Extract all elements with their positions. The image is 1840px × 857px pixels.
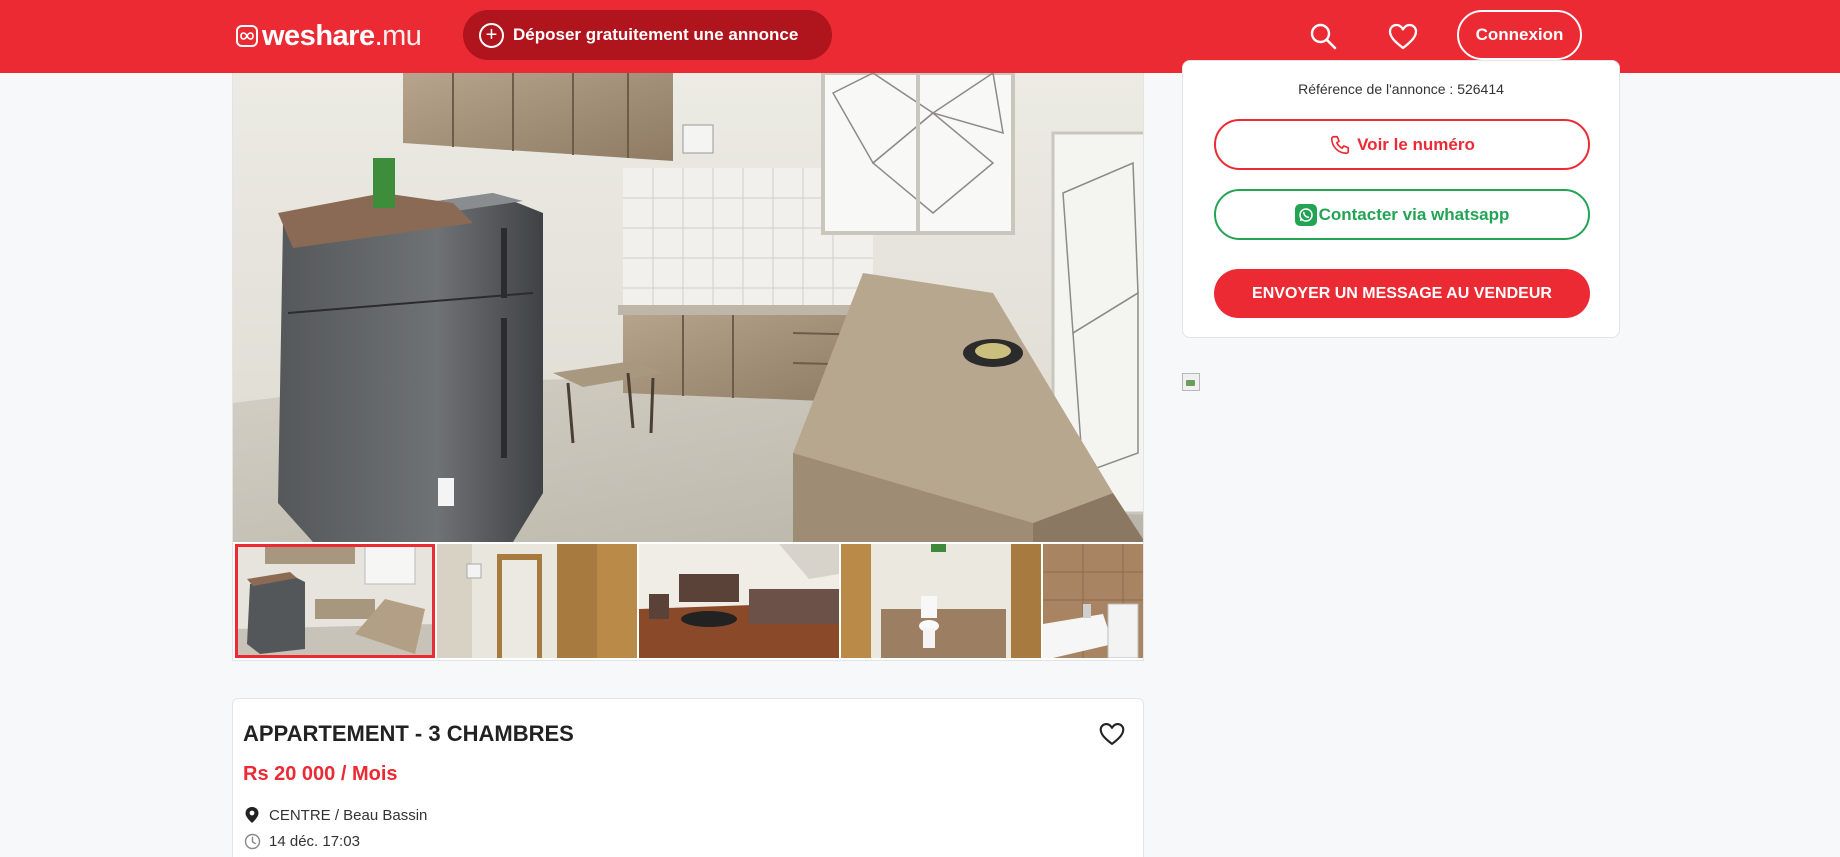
main-photo[interactable] (233, 73, 1143, 542)
login-button[interactable]: Connexion (1457, 10, 1582, 60)
listing-title: APPARTEMENT - 3 CHAMBRES (243, 721, 574, 746)
thumbnail-hallway[interactable] (437, 544, 637, 658)
thumbnail-toilet[interactable] (841, 544, 1041, 658)
heart-icon[interactable] (1387, 20, 1419, 52)
post-ad-label: Déposer gratuitement une annonce (513, 25, 799, 44)
logo-icon (236, 25, 258, 47)
whatsapp-icon (1294, 203, 1317, 226)
location-text: CENTRE / Beau Bassin (269, 806, 428, 824)
date-text: 14 déc. 17:03 (269, 832, 360, 850)
phone-icon (1329, 134, 1351, 156)
thumbnail-living-room[interactable] (639, 544, 839, 658)
plus-circle-icon: + (479, 22, 504, 48)
seller-contact-panel: Référence de l'annonce : 526414 Voir le … (1182, 60, 1620, 338)
thumbnail-bathroom[interactable] (1043, 544, 1143, 658)
thumbnail-strip (235, 544, 1143, 658)
listing-date: 14 déc. 17:03 (243, 832, 360, 850)
whatsapp-button[interactable]: Contacter via whatsapp (1214, 189, 1590, 240)
photo-gallery (232, 73, 1144, 661)
favorite-heart-icon[interactable] (1097, 719, 1127, 749)
message-seller-button[interactable]: ENVOYER UN MESSAGE AU VENDEUR (1214, 269, 1590, 318)
listing-location: CENTRE / Beau Bassin (243, 806, 427, 824)
map-pin-icon (243, 806, 261, 824)
listing-card: APPARTEMENT - 3 CHAMBRES Rs 20 000 / Moi… (232, 698, 1144, 857)
search-icon[interactable] (1307, 20, 1339, 52)
thumbnail-kitchen[interactable] (235, 544, 435, 658)
listing-price: Rs 20 000 / Mois (243, 763, 398, 785)
clock-icon (243, 832, 261, 850)
whatsapp-label: Contacter via whatsapp (1318, 204, 1510, 224)
show-number-button[interactable]: Voir le numéro (1214, 119, 1590, 170)
logo-text: weshare.mu (262, 19, 422, 52)
show-number-label: Voir le numéro (1357, 134, 1475, 154)
listing-reference: Référence de l'annonce : 526414 (1298, 81, 1504, 97)
broken-image-icon (1182, 373, 1200, 391)
post-ad-button[interactable]: + Déposer gratuitement une annonce (463, 10, 832, 60)
weshare-logo[interactable]: weshare.mu (236, 19, 422, 52)
